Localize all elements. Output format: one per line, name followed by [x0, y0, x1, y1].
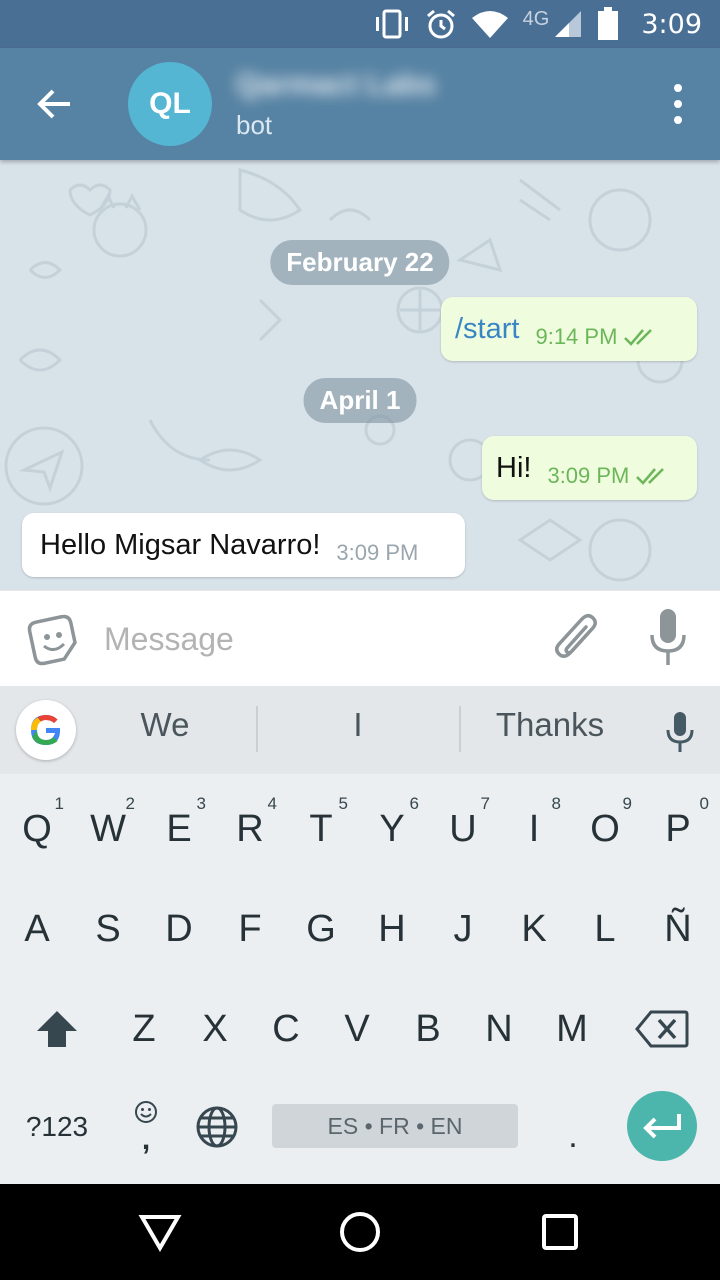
- key-n[interactable]: N: [466, 996, 532, 1062]
- avatar[interactable]: QL: [128, 62, 212, 146]
- emoji-icon: [135, 1101, 157, 1123]
- key-e[interactable]: E3: [146, 794, 212, 862]
- vibrate-icon: [375, 9, 408, 39]
- key-s[interactable]: S: [75, 896, 141, 962]
- key-h[interactable]: H: [359, 896, 425, 962]
- key-l[interactable]: L: [572, 896, 638, 962]
- key-u[interactable]: U7: [430, 794, 496, 862]
- suggestion[interactable]: Thanks: [478, 706, 622, 744]
- message-text[interactable]: Hello Migsar Navarro!: [40, 529, 320, 562]
- wifi-icon: [471, 11, 508, 38]
- key-z[interactable]: Z: [111, 996, 177, 1062]
- suggestion[interactable]: I: [288, 706, 428, 744]
- key-t[interactable]: T5: [288, 794, 354, 862]
- double-check-icon: [636, 468, 665, 485]
- back-button[interactable]: [26, 78, 82, 130]
- backspace-key[interactable]: [624, 996, 700, 1062]
- chat-title[interactable]: Qarmact Labs: [236, 68, 436, 102]
- home-nav-icon[interactable]: [338, 1210, 382, 1254]
- chat-subtitle: bot: [236, 110, 273, 140]
- enter-key[interactable]: [627, 1091, 697, 1161]
- message-text[interactable]: Hi!: [496, 452, 531, 485]
- key-g[interactable]: G: [288, 896, 354, 962]
- attach-icon[interactable]: [550, 609, 602, 669]
- message-time: 3:09 PM: [547, 463, 630, 488]
- message-composer: [0, 590, 720, 686]
- shift-key[interactable]: [20, 996, 94, 1062]
- suggestion[interactable]: We: [95, 706, 235, 744]
- message-time: 9:14 PM: [535, 324, 618, 349]
- more-vert-icon[interactable]: [666, 84, 690, 124]
- key-j[interactable]: J: [430, 896, 496, 962]
- date-divider: February 22: [270, 240, 450, 285]
- recents-nav-icon[interactable]: [538, 1210, 582, 1254]
- microphone-icon[interactable]: [648, 607, 688, 669]
- suggestion-strip: We I Thanks: [0, 686, 720, 774]
- comma-emoji-key[interactable]: ,: [124, 1094, 168, 1160]
- signal-icon: [555, 11, 582, 37]
- key-v[interactable]: V: [324, 996, 390, 1062]
- symbols-key[interactable]: ?123: [14, 1094, 100, 1160]
- back-nav-icon[interactable]: [138, 1210, 182, 1254]
- arrow-back-icon: [37, 89, 70, 119]
- keyboard: We I Thanks Q1 W2 E3 R4 T5 Y6 U7 I8 O9 P…: [0, 686, 720, 1184]
- message-text[interactable]: /start: [455, 313, 519, 346]
- status-time: 3:09: [641, 8, 702, 40]
- key-o[interactable]: O9: [572, 794, 638, 862]
- double-check-icon: [624, 329, 653, 346]
- message-list[interactable]: February 22 /start 9:14 PM April 1 Hi! 3…: [0, 160, 720, 590]
- space-key[interactable]: ES • FR • EN: [272, 1104, 518, 1148]
- incoming-message[interactable]: Hello Migsar Navarro! 3:09 PM: [22, 513, 465, 577]
- key-y[interactable]: Y6: [359, 794, 425, 862]
- shift-icon: [37, 1011, 77, 1047]
- battery-icon: [598, 7, 619, 40]
- outgoing-message[interactable]: Hi! 3:09 PM: [482, 436, 697, 500]
- key-n-tilde[interactable]: Ñ: [643, 896, 713, 962]
- key-m[interactable]: M: [537, 996, 607, 1062]
- google-icon[interactable]: [16, 700, 76, 760]
- key-i[interactable]: I8: [501, 794, 567, 862]
- sticker-icon[interactable]: [26, 613, 80, 667]
- key-a[interactable]: A: [4, 896, 70, 962]
- date-divider: April 1: [303, 378, 417, 423]
- key-k[interactable]: K: [501, 896, 567, 962]
- outgoing-message[interactable]: /start 9:14 PM: [441, 297, 697, 361]
- key-d[interactable]: D: [146, 896, 212, 962]
- alarm-icon: [426, 9, 455, 39]
- status-bar: 4G 3:09: [0, 0, 720, 48]
- voice-input-icon[interactable]: [664, 710, 696, 754]
- backspace-icon: [635, 1010, 689, 1048]
- key-b[interactable]: B: [395, 996, 461, 1062]
- network-label: 4G: [522, 7, 550, 30]
- key-p[interactable]: P0: [643, 794, 713, 862]
- key-w[interactable]: W2: [75, 794, 141, 862]
- message-input[interactable]: [104, 617, 524, 661]
- language-switch-key[interactable]: [186, 1094, 248, 1160]
- message-time: 3:09 PM: [336, 540, 419, 565]
- key-x[interactable]: X: [182, 996, 248, 1062]
- key-c[interactable]: C: [253, 996, 319, 1062]
- navigation-bar: [0, 1184, 720, 1280]
- chat-header: QL Qarmact Labs bot: [0, 48, 720, 160]
- key-q[interactable]: Q1: [4, 794, 70, 862]
- key-r[interactable]: R4: [217, 794, 283, 862]
- globe-icon: [196, 1106, 238, 1148]
- enter-icon: [643, 1114, 681, 1139]
- period-key[interactable]: .: [548, 1094, 598, 1160]
- key-f[interactable]: F: [217, 896, 283, 962]
